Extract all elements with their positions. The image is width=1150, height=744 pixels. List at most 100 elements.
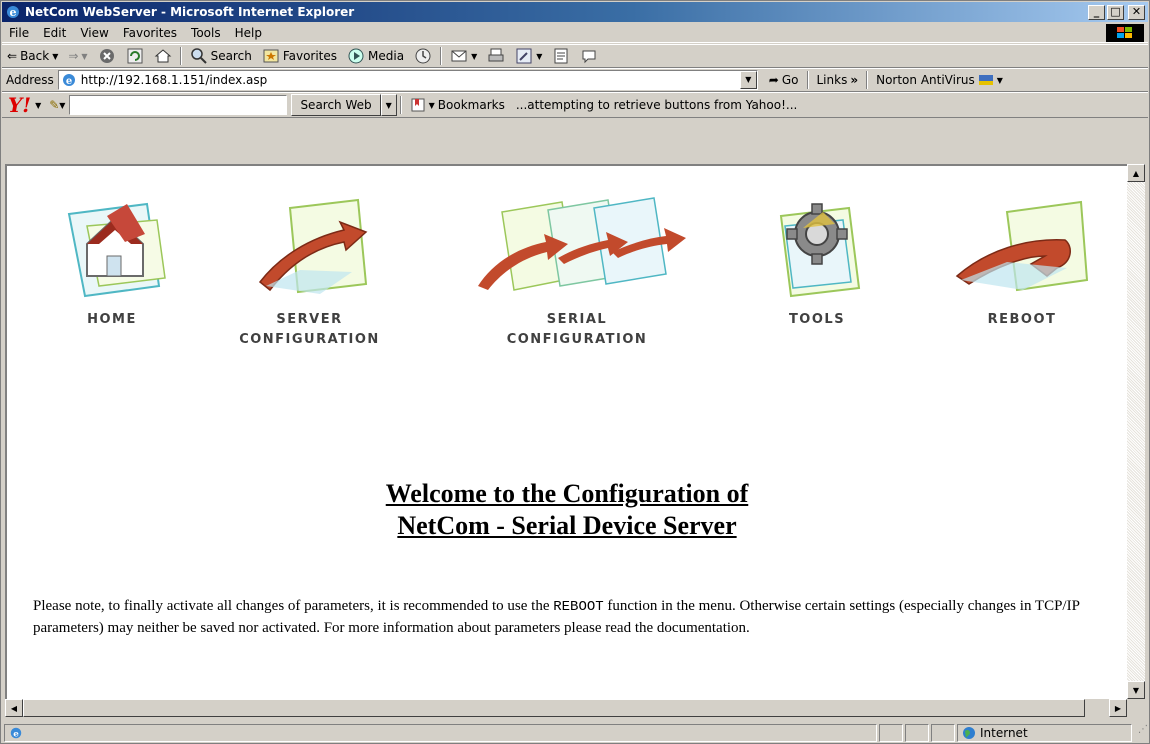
chevron-down-icon[interactable]: ▼ [471,52,477,61]
status-pane-2 [905,724,929,742]
menu-favorites[interactable]: Favorites [116,26,184,40]
chevron-down-icon[interactable]: ▼ [35,101,41,110]
yahoo-toolbar: Y! ▼ ✎ ▼ Search Web ▼ ▼ Bookmarks ...att… [2,92,1148,118]
search-icon [190,48,207,64]
home-button[interactable] [149,45,177,67]
chevron-down-icon[interactable]: ▼ [52,52,58,61]
close-button[interactable]: ✕ [1128,4,1145,20]
print-icon [488,48,504,62]
favorites-label: Favorites [282,49,338,63]
scroll-right-button[interactable]: ▶ [1109,699,1127,717]
menu-bar: File Edit View Favorites Tools Help [2,23,1148,43]
print-button[interactable] [482,45,510,67]
search-web-dropdown[interactable]: ▼ [380,94,397,116]
svg-text:e: e [10,6,17,19]
minimize-button[interactable]: _ [1088,4,1105,20]
page-content: HOME SERVER CONFIGURATION SERIAL CONFIGU… [5,164,1127,699]
arrows-forward-icon [478,197,686,291]
chevron-down-icon[interactable]: ▼ [997,76,1003,85]
links-label: Links [816,73,848,87]
go-button[interactable]: ➦ Go [764,69,804,91]
chevron-down-icon[interactable]: ▼ [59,101,65,110]
menu-tools[interactable]: Tools [184,26,228,40]
back-button[interactable]: ⇐ Back ▼ [2,45,63,67]
nav-server-configuration[interactable]: SERVER CONFIGURATION [222,186,397,350]
links-button[interactable]: Links » [812,69,864,91]
nav-tools-label: TOOLS [788,312,846,327]
discuss-button[interactable] [547,45,575,67]
favorites-button[interactable]: Favorites [257,45,342,67]
menu-file[interactable]: File [2,26,36,40]
history-icon [415,48,431,64]
chevron-down-icon[interactable]: ▼ [536,52,542,61]
resize-grip-icon[interactable]: ⋰ [1132,724,1148,742]
chevron-down-icon[interactable]: ▼ [429,101,435,110]
scroll-down-button[interactable]: ▼ [1127,681,1145,699]
menu-help[interactable]: Help [228,26,269,40]
horizontal-scrollbar[interactable]: ◀ ▶ [5,699,1127,717]
pencil-icon[interactable]: ✎ [49,98,59,112]
nav-home[interactable]: HOME [47,186,177,330]
maximize-button[interactable]: □ [1107,4,1124,20]
home-icon [154,49,171,63]
bookmark-icon [411,98,425,112]
svg-text:e: e [13,730,19,740]
menu-edit[interactable]: Edit [36,26,73,40]
media-button[interactable]: Media [342,45,409,67]
address-input[interactable]: e http://192.168.1.151/index.asp ▼ [57,70,758,90]
history-button[interactable] [409,45,437,67]
address-url: http://192.168.1.151/index.asp [80,73,268,87]
bookmarks-label: Bookmarks [437,98,505,112]
nav-tools[interactable]: TOOLS [757,186,877,330]
nav-serial-label-1: SERIAL [546,312,608,327]
forward-arrow-icon: ⇒ [68,49,79,63]
standard-toolbar: ⇐ Back ▼ ⇒ ▼ Search Favorites Media ▼ ▼ [2,44,1148,68]
nav-menu: HOME SERVER CONFIGURATION SERIAL CONFIGU… [7,186,1127,386]
yahoo-status-text: ...attempting to retrieve buttons from Y… [515,98,798,112]
scroll-left-button[interactable]: ◀ [5,699,23,717]
mail-icon [451,50,467,62]
nav-reboot[interactable]: REBOOT [942,186,1102,330]
browser-window: e NetCom WebServer - Microsoft Internet … [0,0,1150,744]
go-arrow-icon: ➦ [768,73,779,87]
nav-serial-configuration[interactable]: SERIAL CONFIGURATION [462,186,692,350]
status-pane-1 [879,724,903,742]
nav-server-label-2: CONFIGURATION [239,332,380,347]
vertical-scrollbar[interactable]: ▲ ▼ [1127,164,1145,699]
yahoo-logo[interactable]: Y! [2,93,35,117]
menu-view[interactable]: View [73,26,115,40]
go-label: Go [781,73,799,87]
horizontal-scroll-thumb[interactable] [23,699,1085,717]
bookmarks-button[interactable]: ▼ Bookmarks [405,94,510,116]
messenger-button[interactable] [575,45,603,67]
address-dropdown-button[interactable]: ▼ [739,71,757,89]
mail-button[interactable]: ▼ [445,45,482,67]
edit-icon [516,48,532,64]
windows-logo-icon [1106,24,1144,42]
chevron-down-icon[interactable]: ▼ [81,52,87,61]
search-web-button[interactable]: Search Web [291,94,381,116]
page-status-icon: e [10,727,22,740]
zone-label: Internet [980,726,1028,740]
favorites-icon [263,49,279,63]
nav-serial-label-2: CONFIGURATION [506,332,648,347]
note-reboot-keyword: REBOOT [553,599,604,615]
scroll-up-button[interactable]: ▲ [1127,164,1145,182]
norton-label: Norton AntiVirus [876,73,975,87]
back-arrow-icon: ⇐ [7,49,18,63]
refresh-button[interactable] [121,45,149,67]
status-zone-pane: Internet [957,724,1132,742]
edit-button[interactable]: ▼ [510,45,547,67]
stop-button[interactable] [93,45,121,67]
stop-icon [99,49,114,63]
norton-button[interactable]: Norton AntiVirus ▼ [871,69,1008,91]
yahoo-search-input[interactable] [69,95,288,115]
address-label: Address [6,73,54,87]
search-button[interactable]: Search [185,45,257,67]
forward-button[interactable]: ⇒ ▼ [63,45,92,67]
home-icon [67,202,166,298]
document-icon [554,48,568,64]
arrow-forward-icon [258,198,367,294]
status-main-pane: e [4,724,877,742]
title-bar[interactable]: e NetCom WebServer - Microsoft Internet … [2,2,1148,22]
